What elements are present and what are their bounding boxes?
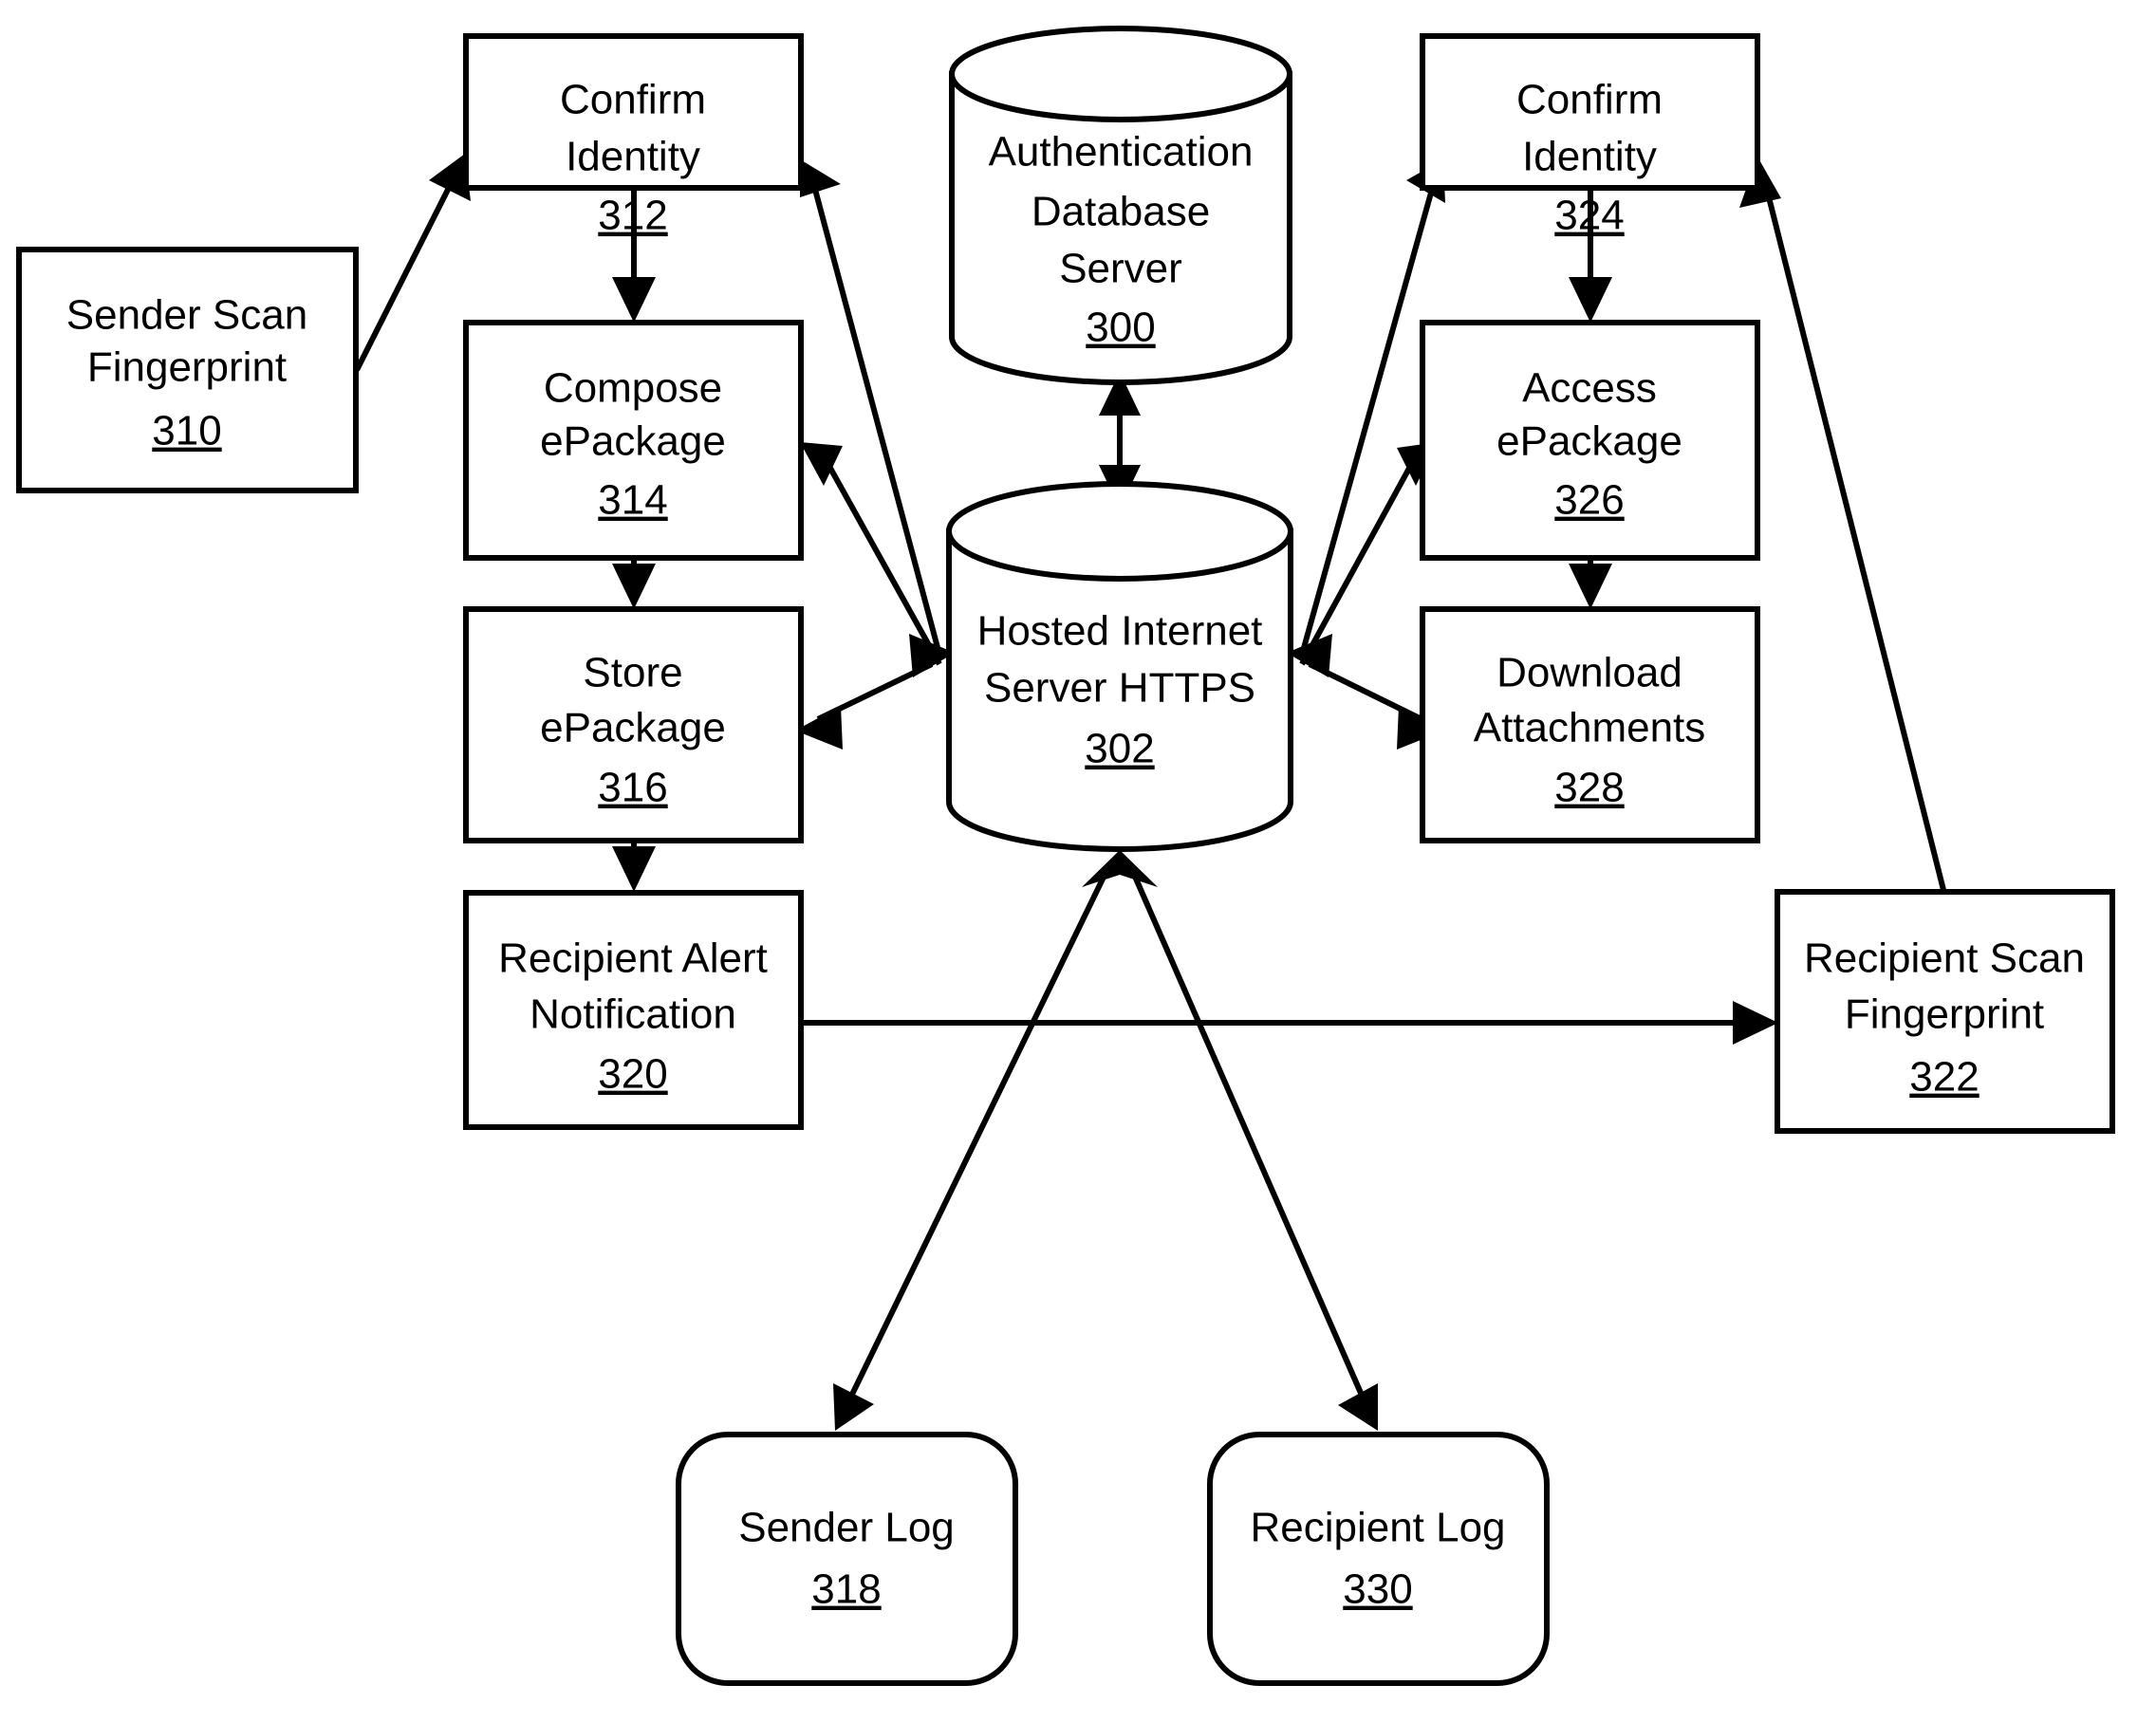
edge-302-to-312 xyxy=(800,159,942,656)
arrowhead-into-302-bottom xyxy=(1082,850,1158,887)
node-ref: 300 xyxy=(1086,305,1155,351)
node-label-line1: Recipient Alert xyxy=(498,935,768,982)
node-ref: 314 xyxy=(598,477,667,524)
node-confirm-identity-recipient[interactable]: Confirm Identity 324 xyxy=(1420,33,1760,239)
node-ref: 326 xyxy=(1554,477,1624,524)
node-label-line2: Server HTTPS xyxy=(984,665,1255,712)
edge-316-to-302 xyxy=(795,634,955,750)
node-ref: 328 xyxy=(1554,765,1624,811)
node-sender-scan-fingerprint[interactable]: Sender Scan Fingerprint 310 xyxy=(16,247,359,493)
node-ref: 316 xyxy=(598,765,667,811)
node-label-line1: Recipient Scan xyxy=(1804,935,2085,982)
edge-302-to-318 xyxy=(833,861,1113,1431)
node-ref: 330 xyxy=(1343,1566,1412,1613)
node-recipient-scan-fingerprint[interactable]: Recipient Scan Fingerprint 322 xyxy=(1775,889,2115,1134)
edge-314-to-316 xyxy=(612,558,656,609)
edge-302-to-326 xyxy=(1299,442,1438,666)
edge-320-to-322 xyxy=(801,1001,1778,1045)
node-label-line2: Identity xyxy=(566,134,700,180)
node-confirm-identity-sender[interactable]: Confirm Identity 312 xyxy=(463,33,804,239)
node-label-line1: Authentication xyxy=(989,129,1254,176)
node-label-line1: Confirm xyxy=(560,77,706,123)
node-access-epackage[interactable]: Access ePackage 326 xyxy=(1420,320,1760,561)
node-label-line1: Hosted Internet xyxy=(977,608,1263,655)
patent-flow-diagram: Sender Scan Fingerprint 310 Confirm Iden… xyxy=(0,0,2156,1722)
edge-310-to-312 xyxy=(354,154,471,372)
edge-316-to-320 xyxy=(612,841,656,892)
node-ref: 322 xyxy=(1909,1054,1979,1101)
edge-302-to-314 xyxy=(800,442,942,666)
node-ref: 320 xyxy=(598,1051,667,1098)
node-ref: 310 xyxy=(152,408,221,454)
node-compose-epackage[interactable]: Compose ePackage 314 xyxy=(463,320,804,561)
node-label-line1: Sender Scan xyxy=(66,292,307,339)
node-label-line2: Database xyxy=(1032,189,1210,235)
node-hosted-internet-server-https[interactable]: Hosted Internet Server HTTPS 302 xyxy=(946,481,1293,852)
node-sender-log[interactable]: Sender Log 318 xyxy=(676,1432,1018,1686)
node-ref: 312 xyxy=(598,193,667,239)
node-label-line1: Download xyxy=(1496,650,1682,696)
node-ref: 318 xyxy=(811,1566,881,1613)
node-label-line2: ePackage xyxy=(540,705,726,751)
node-ref: 302 xyxy=(1085,726,1154,772)
node-recipient-alert-notification[interactable]: Recipient Alert Notification 320 xyxy=(463,890,804,1130)
edge-302-to-330 xyxy=(1126,861,1378,1431)
node-label-line2: Attachments xyxy=(1474,705,1706,751)
node-label-line2: Fingerprint xyxy=(87,344,287,391)
node-label-line2: Notification xyxy=(530,991,736,1038)
node-label-line3: Server xyxy=(1059,246,1182,292)
node-download-attachments[interactable]: Download Attachments 328 xyxy=(1420,606,1760,843)
node-label-line1: Store xyxy=(583,650,682,696)
node-ref: 324 xyxy=(1554,193,1624,239)
node-label-line2: ePackage xyxy=(540,418,726,465)
node-label-line1: Sender Log xyxy=(738,1505,955,1551)
node-label-line1: Access xyxy=(1522,365,1657,412)
edge-326-to-328 xyxy=(1569,558,1612,609)
node-label-line2: Identity xyxy=(1522,134,1657,180)
flow-diagram-canvas: Sender Scan Fingerprint 310 Confirm Iden… xyxy=(16,26,2115,1686)
node-label-line2: ePackage xyxy=(1496,418,1682,465)
node-label-line2: Fingerprint xyxy=(1845,991,2044,1038)
node-recipient-log[interactable]: Recipient Log 330 xyxy=(1207,1432,1550,1686)
node-store-epackage[interactable]: Store ePackage 316 xyxy=(463,606,804,843)
node-label-line1: Compose xyxy=(544,365,722,412)
node-label-line1: Recipient Log xyxy=(1250,1505,1505,1551)
node-authentication-database-server[interactable]: Authentication Database Server 300 xyxy=(949,26,1292,385)
edge-322-to-324 xyxy=(1739,157,1946,891)
node-label-line1: Confirm xyxy=(1516,77,1663,123)
